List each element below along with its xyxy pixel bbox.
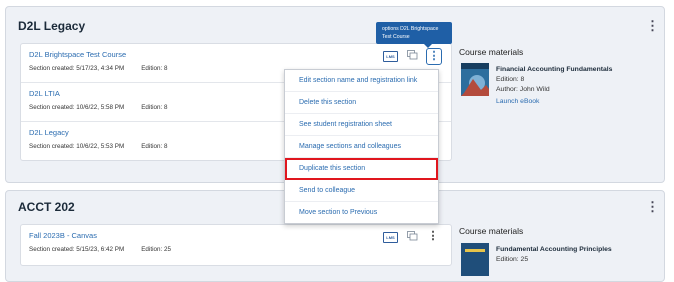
section-edition: Edition: 8 (141, 104, 168, 111)
section-options-button[interactable]: ⋮ (426, 48, 442, 65)
section-meta: Section created: 10/6/22, 5:58 PM Edition… (29, 104, 167, 111)
book-edition: Edition: 25 (496, 256, 529, 263)
section-edition: Edition: 8 (141, 65, 168, 72)
lms-link-icon[interactable]: LMS (383, 51, 398, 62)
menu-item-registration-sheet[interactable]: See student registration sheet (285, 114, 438, 136)
section-edition: Edition: 25 (141, 246, 171, 253)
course-materials-heading: Course materials (459, 226, 524, 236)
menu-item-move-to-previous[interactable]: Move section to Previous (285, 202, 438, 223)
copy-link-icon[interactable] (407, 231, 418, 241)
book-info: Fundamental Accounting Principles Editio… (496, 245, 612, 265)
course-title: D2L Legacy (18, 19, 86, 33)
book-title: Financial Accounting Fundamentals (496, 66, 613, 73)
course-options-icon[interactable]: ⋮ (646, 199, 659, 215)
section-options-menu: Edit section name and registration link … (284, 69, 439, 224)
section-row: Fall 2023B - Canvas Section created: 5/1… (21, 225, 451, 265)
course-materials-heading: Course materials (459, 47, 524, 57)
section-meta: Section created: 5/15/23, 6:42 PM Edition… (29, 246, 171, 253)
section-edition: Edition: 8 (141, 143, 168, 150)
section-created: Section created: 10/6/22, 5:53 PM (29, 143, 125, 150)
menu-item-send-to-colleague[interactable]: Send to colleague (285, 180, 438, 202)
lms-link-icon[interactable]: LMS (383, 232, 398, 243)
menu-item-delete-section[interactable]: Delete this section (285, 92, 438, 114)
book-cover-image (461, 243, 489, 276)
copy-link-icon[interactable] (407, 50, 418, 60)
section-created: Section created: 5/15/23, 6:42 PM (29, 246, 125, 253)
options-tooltip: options D2L Brightspace Test Course (376, 22, 452, 48)
book-author: Author: John Wild (496, 86, 550, 93)
course-title: ACCT 202 (18, 200, 75, 214)
section-link[interactable]: D2L Legacy (29, 128, 69, 137)
book-info: Financial Accounting Fundamentals Editio… (496, 65, 612, 107)
section-link[interactable]: D2L LTIA (29, 89, 60, 98)
launch-ebook-link[interactable]: Launch eBook (496, 97, 612, 107)
menu-item-edit-section[interactable]: Edit section name and registration link (285, 70, 438, 92)
book-cover-image (461, 63, 489, 96)
course-options-icon[interactable]: ⋮ (646, 18, 659, 34)
section-link[interactable]: D2L Brightspace Test Course (29, 50, 126, 59)
book-edition: Edition: 8 (496, 76, 525, 83)
book-title: Fundamental Accounting Principles (496, 246, 612, 253)
section-options-button[interactable]: ⋮ (426, 229, 440, 244)
section-created: Section created: 10/6/22, 5:58 PM (29, 104, 125, 111)
section-link[interactable]: Fall 2023B - Canvas (29, 231, 97, 240)
menu-item-duplicate-section[interactable]: Duplicate this section (285, 158, 438, 180)
menu-item-manage-sections[interactable]: Manage sections and colleagues (285, 136, 438, 158)
section-meta: Section created: 5/17/23, 4:34 PM Edition… (29, 65, 167, 72)
section-meta: Section created: 10/6/22, 5:53 PM Edition… (29, 143, 167, 150)
section-created: Section created: 5/17/23, 4:34 PM (29, 65, 125, 72)
section-list: Fall 2023B - Canvas Section created: 5/1… (20, 224, 452, 266)
